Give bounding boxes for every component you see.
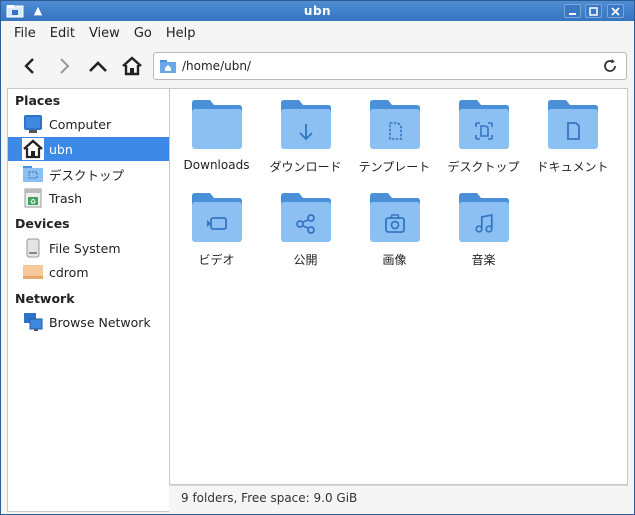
maximize-button[interactable] — [585, 4, 602, 18]
sidebar-item-label: Browse Network — [49, 314, 151, 330]
download-folder-icon — [281, 100, 331, 149]
menu-help[interactable]: Help — [159, 26, 203, 41]
folder-item[interactable]: ドキュメント — [528, 89, 617, 179]
documents-folder-icon — [548, 100, 598, 149]
sidebar-item-label: Trash — [49, 190, 83, 206]
forward-button[interactable] — [49, 51, 79, 81]
sidebar-item-desktop[interactable]: デスクトップ — [8, 162, 169, 186]
folder-label: ドキュメント — [536, 160, 609, 174]
home-icon — [22, 138, 44, 160]
title-bar[interactable]: ▲ ubn — [1, 1, 634, 21]
desktop-folder-icon — [459, 100, 509, 149]
sidebar-item-label: デスクトップ — [49, 167, 125, 183]
chevron-up-icon — [89, 61, 107, 72]
folder-label: デスクトップ — [447, 160, 520, 174]
places-heading: Places — [15, 93, 61, 108]
folder-item[interactable]: 画像 — [350, 182, 439, 272]
sidebar-item-label: ubn — [49, 141, 73, 157]
computer-icon — [22, 113, 44, 135]
minimize-button[interactable] — [564, 4, 581, 18]
sidebar-item-label: cdrom — [49, 264, 89, 280]
toolbar: /home/ubn/ — [1, 47, 634, 87]
menu-file[interactable]: File — [7, 26, 43, 41]
devices-heading: Devices — [15, 216, 70, 231]
folder-item[interactable]: Downloads — [172, 89, 261, 179]
cdrom-icon — [22, 261, 44, 283]
menu-bar: File Edit View Go Help — [1, 21, 634, 45]
status-text: 9 folders, Free space: 9.0 GiB — [181, 491, 358, 505]
folder-item[interactable]: 音楽 — [439, 182, 528, 272]
folder-item[interactable]: テンプレート — [350, 89, 439, 179]
sidebar-item-label: Computer — [49, 116, 112, 132]
folder-item[interactable]: 公開 — [261, 182, 350, 272]
sidebar-item-file-system[interactable]: File System — [8, 236, 169, 260]
folder-label: 音楽 — [471, 253, 496, 267]
sidebar-item-computer[interactable]: Computer — [8, 112, 169, 136]
public-folder-icon — [281, 193, 331, 242]
location-bar[interactable]: /home/ubn/ — [153, 52, 627, 80]
folder-label: ダウンロード — [269, 160, 342, 174]
location-path: /home/ubn/ — [182, 59, 251, 73]
menu-view[interactable]: View — [82, 26, 127, 41]
network-icon — [22, 311, 44, 333]
folder-label: ビデオ — [198, 253, 235, 267]
file-manager-window: ▲ ubn File Edit View Go Help /home/ubn/ … — [0, 0, 635, 515]
sidebar-item-browse-network[interactable]: Browse Network — [8, 310, 169, 334]
menu-go[interactable]: Go — [127, 26, 159, 41]
pictures-folder-icon — [370, 193, 420, 242]
svg-text:♻: ♻ — [30, 198, 36, 206]
status-bar: 9 folders, Free space: 9.0 GiB — [169, 485, 628, 510]
folder-icon — [192, 100, 242, 149]
templates-folder-icon — [370, 100, 420, 149]
chevron-right-icon — [60, 58, 70, 74]
sidebar-item-trash[interactable]: ♻ Trash — [8, 186, 169, 210]
sidebar-item-cdrom[interactable]: cdrom — [8, 260, 169, 284]
close-button[interactable] — [607, 4, 624, 18]
menu-edit[interactable]: Edit — [43, 26, 82, 41]
folder-label: Downloads — [183, 158, 250, 172]
folder-label: 公開 — [293, 253, 318, 267]
sidebar-item-ubn[interactable]: ubn — [8, 137, 169, 161]
home-button[interactable] — [117, 51, 147, 81]
trash-icon: ♻ — [22, 187, 44, 209]
sidebar-item-label: File System — [49, 240, 121, 256]
back-button[interactable] — [15, 51, 45, 81]
videos-folder-icon — [192, 193, 242, 242]
folder-view[interactable]: Downloads ダウンロード テンプレート デスクトップ ドキュメントビデオ 公開 画像… — [169, 88, 628, 485]
folder-label: 画像 — [382, 253, 407, 267]
folder-item[interactable]: デスクトップ — [439, 89, 528, 179]
drive-icon — [22, 237, 44, 259]
reload-icon[interactable] — [602, 58, 618, 74]
window-title: ubn — [303, 4, 332, 18]
music-folder-icon — [459, 193, 509, 242]
home-icon — [122, 56, 142, 76]
folder-item[interactable]: ダウンロード — [261, 89, 350, 179]
network-heading: Network — [15, 291, 75, 306]
folder-item[interactable]: ビデオ — [172, 182, 261, 272]
home-folder-icon — [160, 59, 176, 73]
up-button[interactable] — [83, 51, 113, 81]
desktop-folder-icon — [22, 163, 44, 185]
folder-label: テンプレート — [358, 160, 431, 174]
chevron-left-icon — [24, 58, 34, 74]
sidebar: Places Computer ubn デスクトップ ♻ Trash Devic… — [7, 88, 169, 512]
